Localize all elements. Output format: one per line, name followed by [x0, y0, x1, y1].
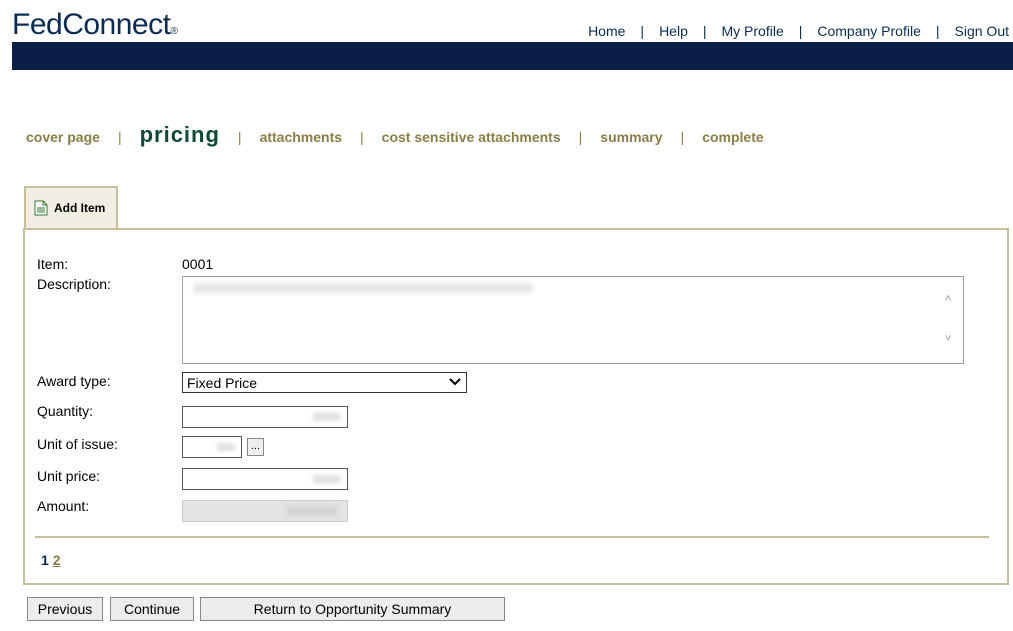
nav-separator: |	[702, 23, 707, 39]
unit-price-label: Unit price:	[37, 468, 101, 484]
amount-label: Amount:	[37, 498, 90, 514]
nav-separator: |	[935, 23, 940, 39]
step-separator: |	[117, 129, 122, 145]
redacted-text	[193, 283, 533, 293]
step-cover-page[interactable]: cover page	[26, 129, 100, 145]
step-summary[interactable]: summary	[600, 129, 662, 145]
add-item-label: Add Item	[54, 201, 106, 215]
step-pricing[interactable]: pricing	[140, 122, 220, 148]
add-item-tab[interactable]: Add Item	[24, 186, 118, 228]
nav-sign-out[interactable]: Sign Out	[955, 23, 1009, 39]
quantity-input[interactable]	[182, 406, 348, 428]
redacted-text	[313, 413, 341, 421]
nav-my-profile[interactable]: My Profile	[722, 23, 784, 39]
top-nav: Home | Help | My Profile | Company Profi…	[588, 23, 1009, 39]
nav-separator: |	[798, 23, 803, 39]
unit-of-issue-label: Unit of issue:	[37, 436, 118, 452]
redacted-text	[313, 475, 341, 483]
redacted-text	[217, 443, 235, 451]
unit-of-issue-input[interactable]	[182, 436, 242, 458]
continue-button[interactable]: Continue	[110, 597, 194, 621]
page-link-2[interactable]: 2	[53, 552, 61, 568]
chevron-down-icon	[448, 375, 462, 392]
previous-button[interactable]: Previous	[27, 597, 103, 621]
step-separator: |	[237, 129, 242, 145]
description-label: Description:	[37, 276, 111, 292]
pagination: 12	[41, 552, 61, 568]
nav-home[interactable]: Home	[588, 23, 625, 39]
header-bar	[12, 42, 1013, 70]
unit-lookup-button[interactable]: ...	[247, 438, 264, 456]
step-attachments[interactable]: attachments	[260, 129, 342, 145]
fedconnect-logo: FedConnect®	[12, 8, 178, 41]
step-separator: |	[360, 129, 364, 145]
nav-separator: |	[640, 23, 645, 39]
item-label: Item:	[37, 256, 69, 272]
step-cost-sensitive-attachments[interactable]: cost sensitive attachments	[382, 129, 561, 145]
divider	[35, 536, 989, 538]
step-complete[interactable]: complete	[702, 129, 763, 145]
quantity-label: Quantity:	[37, 403, 94, 419]
document-icon	[34, 200, 48, 216]
step-separator: |	[578, 129, 583, 145]
scroll-up-icon[interactable]: ˄	[945, 293, 957, 305]
page-current: 1	[41, 552, 49, 568]
amount-field	[182, 500, 348, 522]
nav-help[interactable]: Help	[659, 23, 688, 39]
step-nav: cover page | pricing | attachments | cos…	[26, 122, 764, 148]
nav-company-profile[interactable]: Company Profile	[817, 23, 921, 39]
return-to-summary-button[interactable]: Return to Opportunity Summary	[200, 597, 505, 621]
description-textarea[interactable]: ˄ ˅	[182, 276, 964, 364]
item-value: 0001	[182, 256, 214, 272]
redacted-text	[287, 507, 337, 515]
unit-price-input[interactable]	[182, 468, 348, 490]
scroll-down-icon[interactable]: ˅	[945, 333, 957, 345]
award-type-value: Fixed Price	[187, 374, 258, 391]
award-type-select[interactable]: Fixed Price	[182, 372, 467, 393]
award-type-label: Award type:	[37, 373, 111, 389]
step-separator: |	[680, 129, 685, 145]
item-panel: Item: 0001 Description: ˄ ˅ Award type: …	[23, 228, 1009, 585]
